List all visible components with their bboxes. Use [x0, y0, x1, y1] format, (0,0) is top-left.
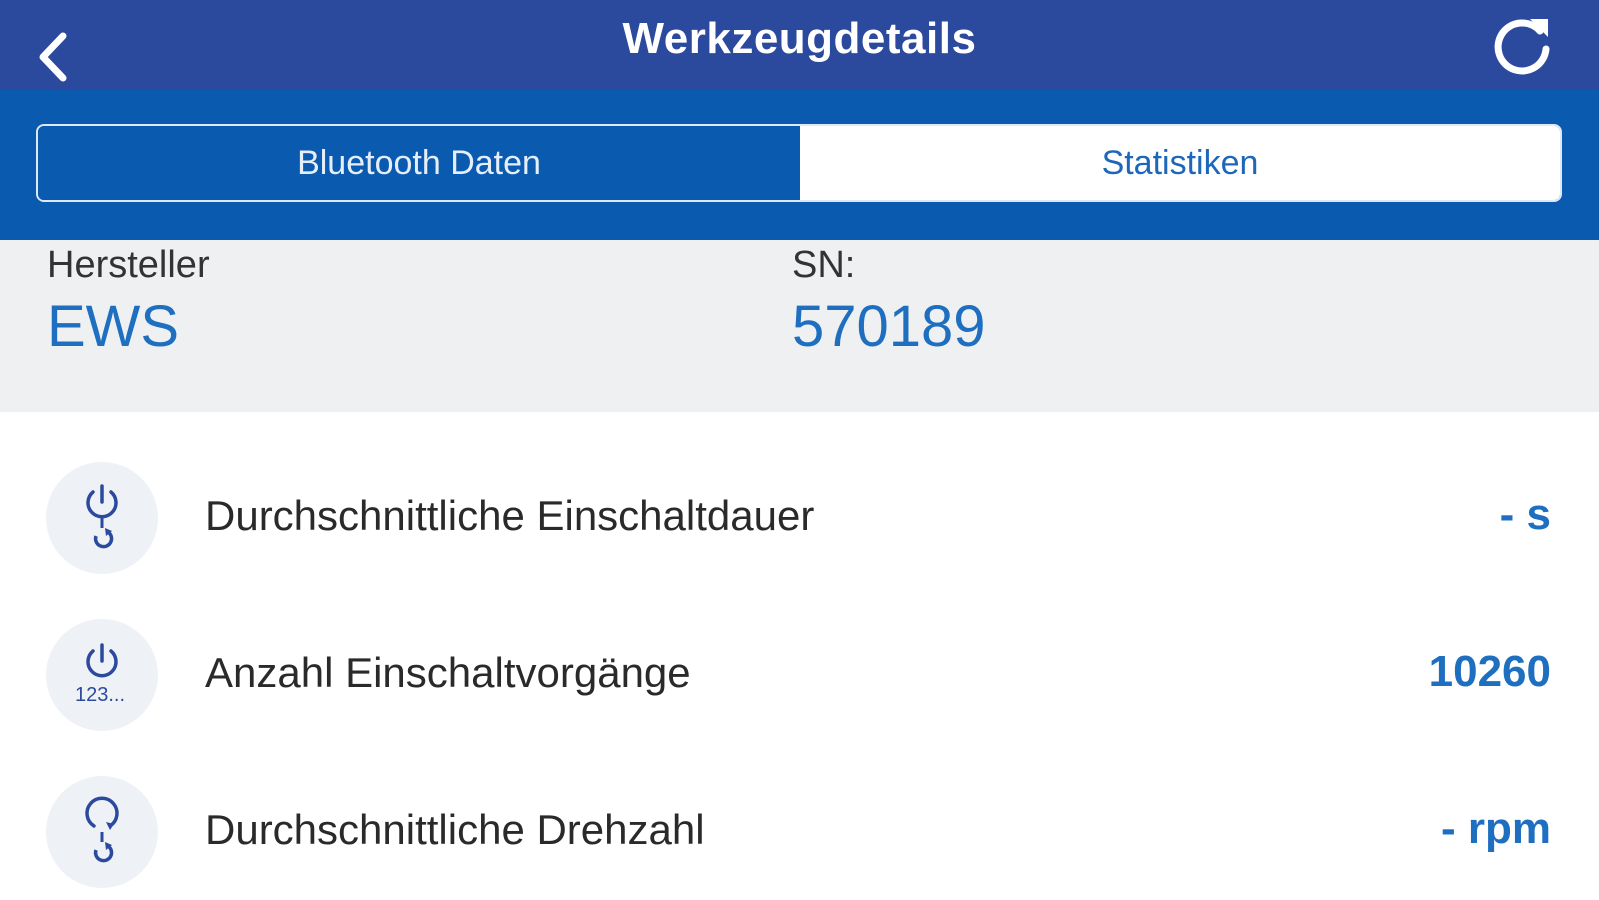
rotation-speed-icon [46, 776, 158, 888]
list-item: 123... Anzahl Einschaltvorgänge 10260 [0, 569, 1599, 731]
serial-label: SN: [792, 244, 856, 286]
manufacturer-label: Hersteller [47, 244, 210, 286]
stat-label-einschaltvorgaenge: Anzahl Einschaltvorgänge [205, 649, 691, 696]
page-title: Werkzeugdetails [622, 14, 977, 63]
statistics-list: Durchschnittliche Einschaltdauer - s 123… [0, 412, 1599, 888]
navigation-bar: Werkzeugdetails [0, 0, 1599, 90]
app-screen: Werkzeugdetails Bluetooth Daten Statisti… [0, 0, 1599, 900]
tab-statistiken[interactable]: Statistiken [800, 126, 1560, 200]
tab-bluetooth-daten[interactable]: Bluetooth Daten [38, 126, 800, 200]
tool-info-header: Hersteller EWS SN: 570189 [0, 240, 1599, 412]
refresh-button[interactable] [1487, 10, 1557, 80]
stat-value-drehzahl: - rpm [1441, 804, 1551, 853]
serial-value: 570189 [792, 294, 986, 359]
manufacturer-value: EWS [47, 294, 180, 359]
stat-value-einschaltdauer: - s [1499, 490, 1551, 539]
power-torque-icon [46, 462, 158, 574]
stat-value-einschaltvorgaenge: 10260 [1428, 647, 1551, 696]
list-item: Durchschnittliche Einschaltdauer - s [0, 412, 1599, 574]
manufacturer-block: Hersteller EWS [47, 240, 210, 360]
stat-label-einschaltdauer: Durchschnittliche Einschaltdauer [205, 492, 815, 539]
tab-band: Bluetooth Daten Statistiken [0, 90, 1599, 240]
stat-label-drehzahl: Durchschnittliche Drehzahl [205, 806, 705, 853]
power-count-icon: 123... [46, 619, 158, 731]
svg-text:123...: 123... [75, 684, 125, 706]
serial-block: SN: 570189 [792, 240, 986, 360]
list-item: Durchschnittliche Drehzahl - rpm [0, 726, 1599, 888]
refresh-icon [1494, 19, 1550, 75]
segmented-control: Bluetooth Daten Statistiken [36, 124, 1562, 202]
